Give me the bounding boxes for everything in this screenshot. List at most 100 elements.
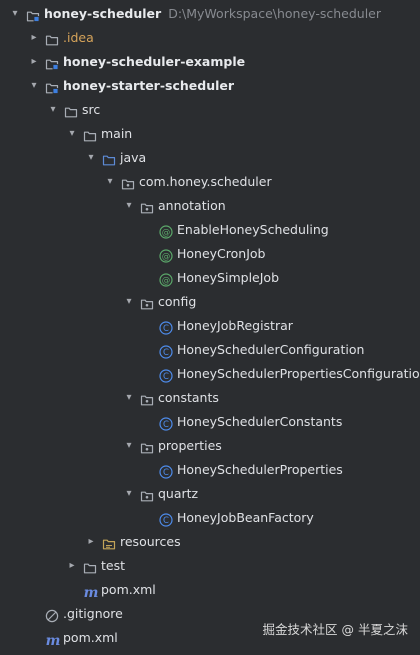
class-icon: C xyxy=(159,343,173,359)
tree-item-label: .gitignore xyxy=(63,602,123,626)
tree-row[interactable]: C HoneySchedulerProperties xyxy=(0,458,420,482)
tree-row[interactable]: ▾ com.honey.scheduler xyxy=(0,170,420,194)
tree-row[interactable]: ▾ config xyxy=(0,290,420,314)
svg-text:@: @ xyxy=(162,252,171,262)
tree-item-label: HoneySchedulerConstants xyxy=(177,410,342,434)
tree-item-name: com.honey.scheduler xyxy=(139,174,272,189)
module-folder-icon xyxy=(45,79,59,94)
chevron-down-icon[interactable]: ▾ xyxy=(27,74,41,98)
chevron-right-icon[interactable]: ▸ xyxy=(84,530,98,554)
module-folder-icon xyxy=(26,7,40,22)
tree-item-label: test xyxy=(101,554,125,578)
package-icon xyxy=(140,487,154,502)
tree-item-name: properties xyxy=(158,438,222,453)
tree-item-label: properties xyxy=(158,434,222,458)
tree-row[interactable]: ▸ test xyxy=(0,554,420,578)
tree-row[interactable]: ▾ annotation xyxy=(0,194,420,218)
tree-row[interactable]: C HoneyJobRegistrar xyxy=(0,314,420,338)
tree-row[interactable]: ▸ .idea xyxy=(0,26,420,50)
tree-item-label: HoneyCronJob xyxy=(177,242,266,266)
module-folder-icon xyxy=(45,55,59,70)
chevron-down-icon[interactable]: ▾ xyxy=(65,122,79,146)
tree-row[interactable]: ▸ resources xyxy=(0,530,420,554)
tree-item-label: HoneySchedulerPropertiesConfiguration xyxy=(177,362,420,386)
chevron-down-icon[interactable]: ▾ xyxy=(103,170,117,194)
tree-item-name: src xyxy=(82,102,101,117)
tree-item-name: config xyxy=(158,294,197,309)
tree-row[interactable]: C HoneyJobBeanFactory xyxy=(0,506,420,530)
tree-item-label: quartz xyxy=(158,482,198,506)
tree-item-name: .gitignore xyxy=(63,606,123,621)
chevron-right-icon[interactable]: ▸ xyxy=(65,554,79,578)
svg-text:C: C xyxy=(163,420,169,430)
tree-row[interactable]: m pom.xml xyxy=(0,578,420,602)
class-icon: C xyxy=(159,319,173,335)
tree-item-name: main xyxy=(101,126,133,141)
chevron-right-icon[interactable]: ▸ xyxy=(27,50,41,74)
annotation-icon: @ xyxy=(159,271,173,287)
tree-item-name: test xyxy=(101,558,126,573)
tree-item-label: pom.xml xyxy=(63,626,118,650)
resources-folder-icon xyxy=(102,535,116,550)
package-icon xyxy=(140,295,154,310)
package-icon xyxy=(140,391,154,406)
tree-item-label: honey-scheduler D:\MyWorkspace\honey-sche… xyxy=(44,2,381,26)
chevron-down-icon[interactable]: ▾ xyxy=(8,2,22,26)
chevron-down-icon[interactable]: ▾ xyxy=(122,290,136,314)
tree-row[interactable]: ▾ main xyxy=(0,122,420,146)
tree-item-name: java xyxy=(120,150,147,165)
tree-row[interactable]: @ EnableHoneyScheduling xyxy=(0,218,420,242)
tree-item-label: config xyxy=(158,290,196,314)
svg-text:C: C xyxy=(163,324,169,334)
svg-text:m: m xyxy=(84,585,99,599)
chevron-right-icon[interactable]: ▸ xyxy=(27,26,41,50)
tree-item-label: annotation xyxy=(158,194,226,218)
tree-item-name: pom.xml xyxy=(101,582,156,597)
chevron-down-icon[interactable]: ▾ xyxy=(122,194,136,218)
tree-item-label: main xyxy=(101,122,132,146)
chevron-down-icon[interactable]: ▾ xyxy=(84,146,98,170)
tree-row[interactable]: C HoneySchedulerConfiguration xyxy=(0,338,420,362)
tree-row[interactable]: @ HoneySimpleJob xyxy=(0,266,420,290)
tree-row[interactable]: ▾ properties xyxy=(0,434,420,458)
tree-item-label: pom.xml xyxy=(101,578,156,602)
tree-row[interactable]: ▾ java xyxy=(0,146,420,170)
svg-text:@: @ xyxy=(162,228,171,238)
tree-item-label: src xyxy=(82,98,100,122)
package-icon xyxy=(121,175,135,190)
svg-text:C: C xyxy=(163,468,169,478)
tree-item-label: HoneySchedulerProperties xyxy=(177,458,343,482)
chevron-down-icon[interactable]: ▾ xyxy=(46,98,60,122)
tree-item-label: .idea xyxy=(63,26,94,50)
tree-row[interactable]: ▾ src xyxy=(0,98,420,122)
package-icon xyxy=(140,439,154,454)
svg-text:C: C xyxy=(163,348,169,358)
tree-row[interactable]: ▸ honey-scheduler-example xyxy=(0,50,420,74)
tree-item-name: honey-scheduler xyxy=(44,6,162,21)
tree-item-label: honey-scheduler-example xyxy=(63,50,245,74)
svg-text:@: @ xyxy=(162,276,171,286)
chevron-down-icon[interactable]: ▾ xyxy=(122,386,136,410)
annotation-icon: @ xyxy=(159,223,173,239)
svg-text:C: C xyxy=(163,516,169,526)
tree-item-name: annotation xyxy=(158,198,226,213)
tree-row[interactable]: C HoneySchedulerConstants xyxy=(0,410,420,434)
tree-item-name: HoneySchedulerPropertiesConfiguration xyxy=(177,366,420,381)
gitignore-icon xyxy=(45,607,59,623)
chevron-down-icon[interactable]: ▾ xyxy=(122,482,136,506)
maven-icon: m xyxy=(45,631,61,649)
tree-item-label: EnableHoneyScheduling xyxy=(177,218,329,242)
tree-row[interactable]: @ HoneyCronJob xyxy=(0,242,420,266)
tree-item-name: HoneySchedulerConfiguration xyxy=(177,342,365,357)
chevron-down-icon[interactable]: ▾ xyxy=(122,434,136,458)
tree-row[interactable]: ▾ honey-starter-scheduler xyxy=(0,74,420,98)
tree-row[interactable]: C HoneySchedulerPropertiesConfiguration xyxy=(0,362,420,386)
tree-row[interactable]: ▾ constants xyxy=(0,386,420,410)
tree-row[interactable]: ▾ quartz xyxy=(0,482,420,506)
tree-row[interactable]: ▾ honey-scheduler D:\MyWorkspace\honey-sch… xyxy=(0,2,420,26)
class-icon: C xyxy=(159,463,173,479)
tree-item-name: .idea xyxy=(63,30,94,45)
folder-icon xyxy=(64,103,78,118)
folder-icon xyxy=(45,31,59,46)
tree-item-label: constants xyxy=(158,386,219,410)
